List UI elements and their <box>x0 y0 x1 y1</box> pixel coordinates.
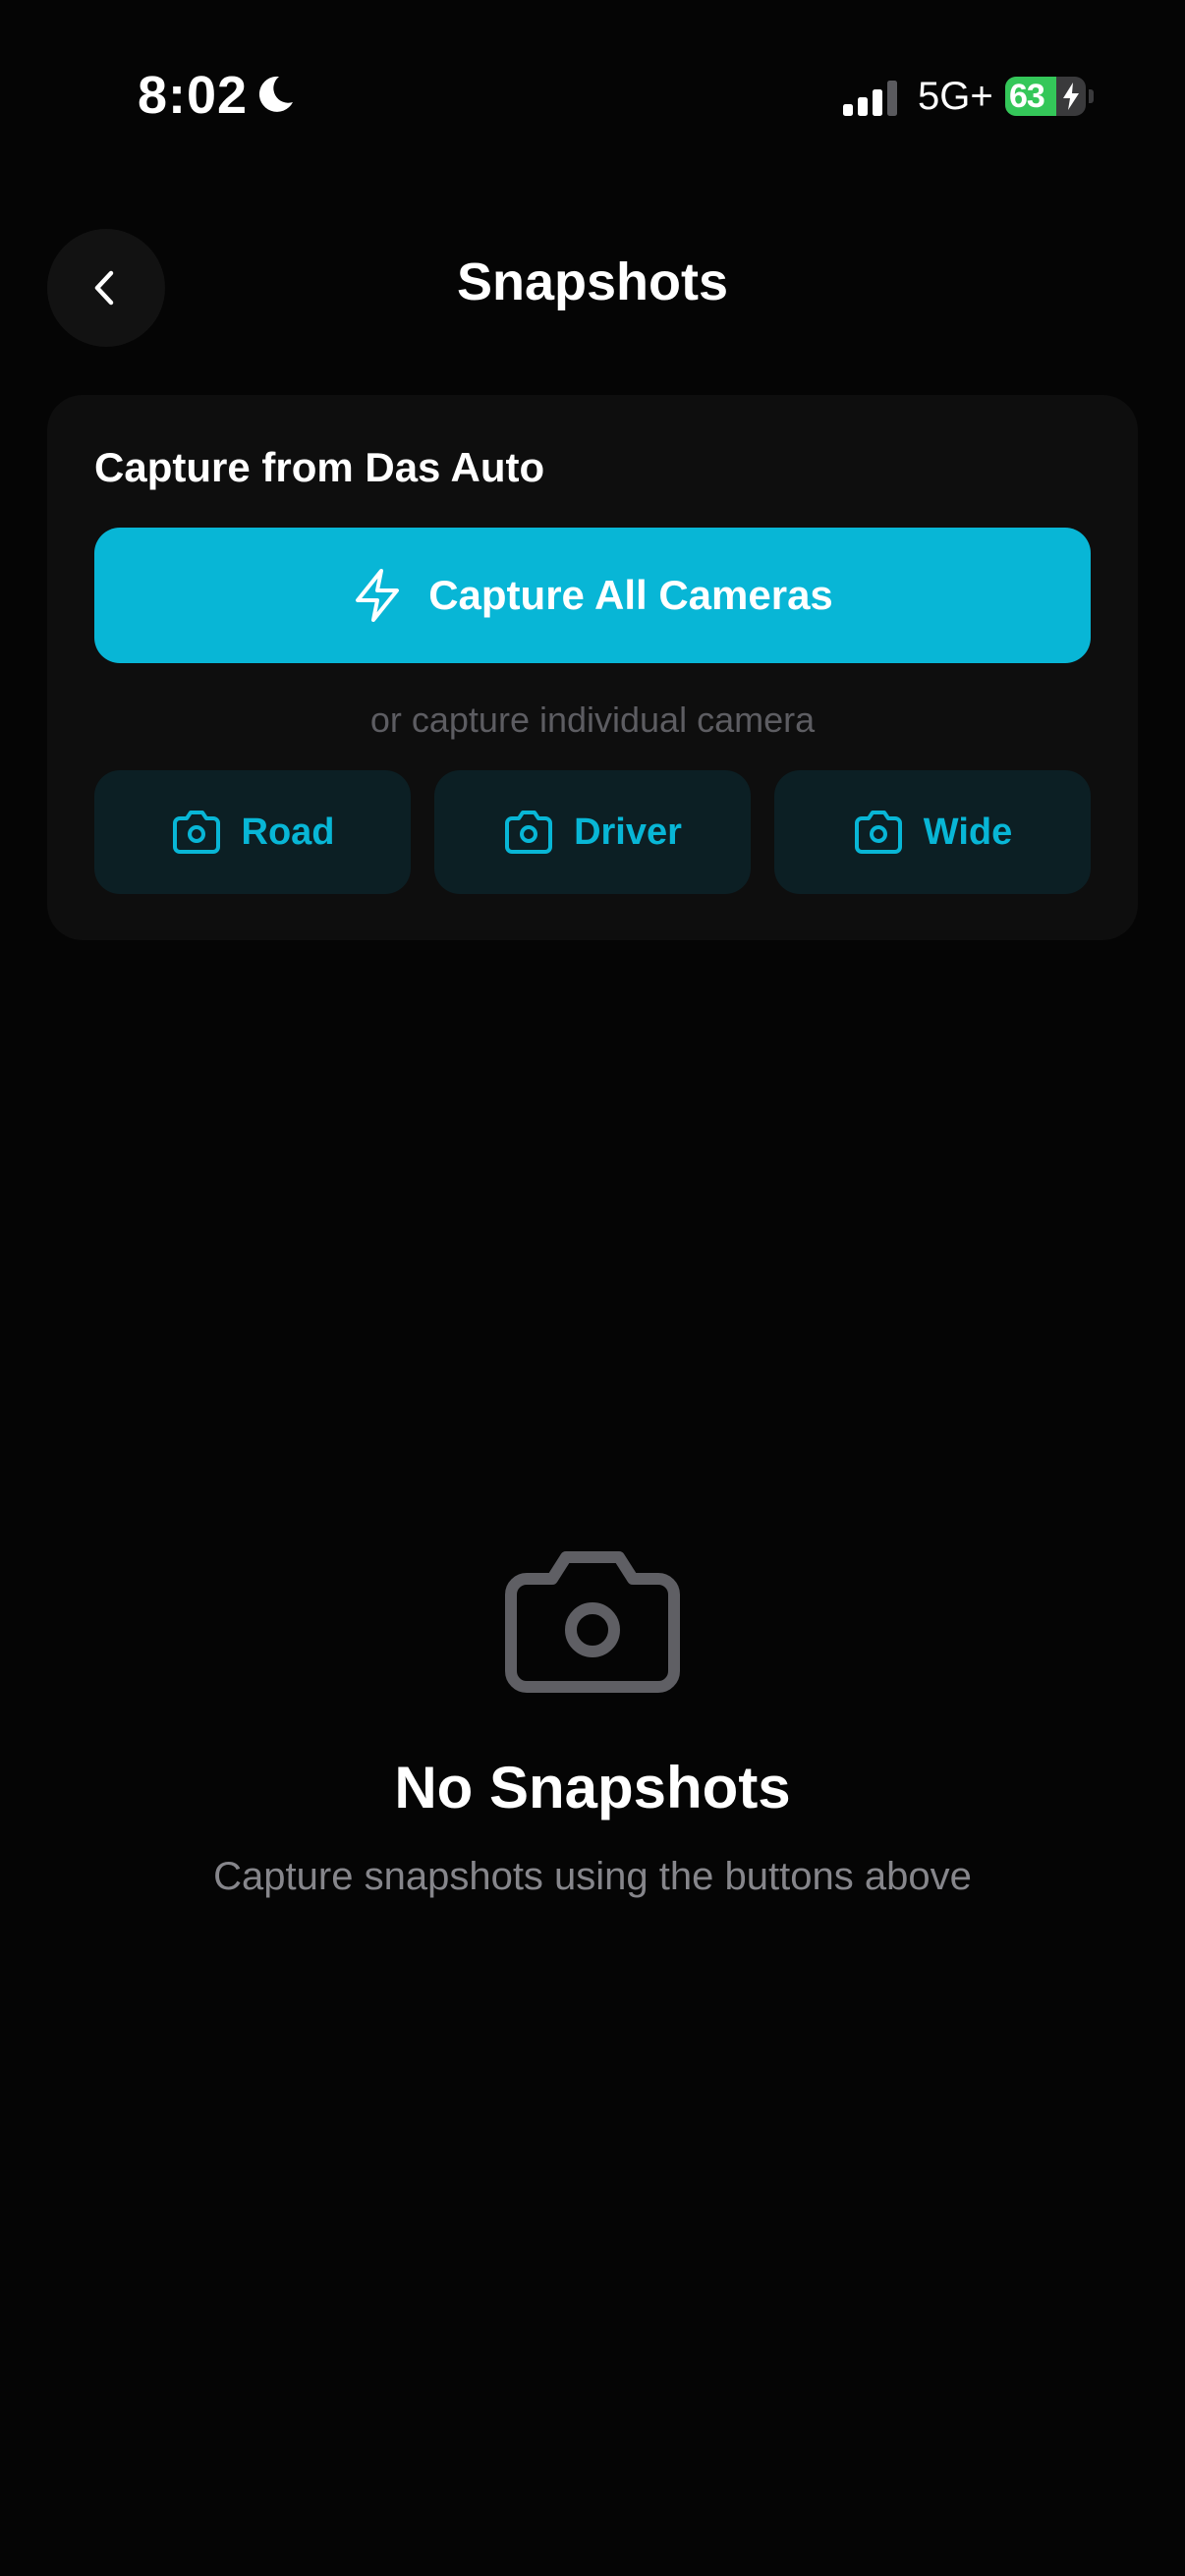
empty-state-title: No Snapshots <box>394 1755 791 1820</box>
driver-camera-label: Driver <box>574 811 682 853</box>
camera-icon <box>854 811 902 854</box>
camera-button-row: Road Driver Wide <box>94 770 1091 894</box>
driver-camera-button[interactable]: Driver <box>434 770 751 894</box>
camera-icon <box>172 811 220 854</box>
status-time: 8:02 <box>138 66 249 125</box>
individual-camera-hint: or capture individual camera <box>369 700 816 740</box>
camera-icon <box>505 1551 680 1693</box>
capture-card-title: Capture from Das Auto <box>94 444 545 490</box>
status-bar: 8:02 5G+ 63 <box>0 0 1185 187</box>
battery-cap <box>1089 89 1094 103</box>
snapshots-screen: 8:02 5G+ 63 Snapshots Capture from Das A… <box>0 0 1185 2576</box>
wide-camera-button[interactable]: Wide <box>774 770 1091 894</box>
network-label: 5G+ <box>918 75 993 118</box>
lightning-icon <box>356 569 400 622</box>
page-title: Snapshots <box>456 252 729 311</box>
road-camera-label: Road <box>241 811 335 853</box>
camera-icon <box>505 811 553 854</box>
bolt-icon <box>1063 83 1079 110</box>
battery-percent: 63 <box>1009 78 1045 115</box>
empty-state: No Snapshots Capture snapshots using the… <box>0 1547 1185 1899</box>
capture-card: Capture from Das Auto Capture All Camera… <box>47 395 1138 940</box>
signal-icon <box>843 81 897 116</box>
moon-icon <box>258 76 293 112</box>
wide-camera-label: Wide <box>923 811 1013 853</box>
road-camera-button[interactable]: Road <box>94 770 411 894</box>
battery-icon: 63 <box>1005 77 1086 116</box>
empty-state-subtitle: Capture snapshots using the buttons abov… <box>213 1855 972 1898</box>
capture-all-cameras-button[interactable]: Capture All Cameras <box>94 528 1091 663</box>
capture-all-label: Capture All Cameras <box>428 572 833 618</box>
